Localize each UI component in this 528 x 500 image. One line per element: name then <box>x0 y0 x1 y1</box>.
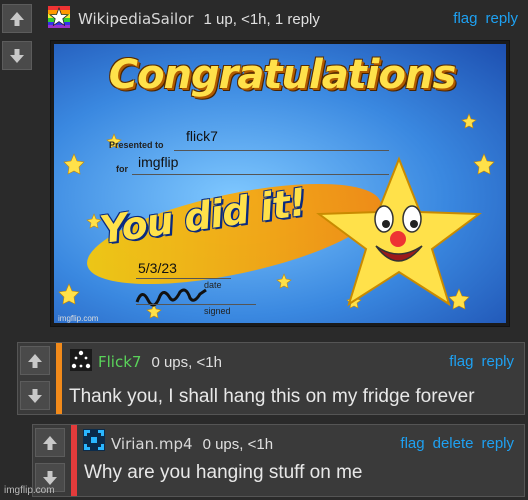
comment-header: WikipediaSailor 1 up, <1h, 1 reply <box>78 10 320 28</box>
reply-link[interactable]: reply <box>481 435 514 452</box>
arrow-up-icon <box>28 353 42 368</box>
flag-link[interactable]: flag <box>400 435 424 452</box>
reply-stripe <box>56 343 62 414</box>
reply-stripe <box>71 425 77 496</box>
smiling-star-mascot <box>316 156 482 307</box>
upvote-button[interactable] <box>35 428 65 457</box>
reply-link[interactable]: reply <box>481 353 514 370</box>
certificate-image: Congratulations Presented to flick7 for … <box>50 40 510 327</box>
dots-triangle-icon <box>71 350 91 369</box>
vote-column <box>0 0 38 336</box>
avatar[interactable] <box>70 349 92 371</box>
signed-line <box>136 304 256 305</box>
arrow-down-icon <box>28 388 42 403</box>
for-label: for <box>116 164 128 174</box>
upvote-button[interactable] <box>2 4 32 33</box>
reply-link[interactable]: reply <box>485 10 518 27</box>
comment-meta: 0 ups, <1h <box>202 436 274 453</box>
rainbow-star-icon <box>48 6 70 28</box>
arrow-down-icon <box>43 470 57 485</box>
username-link[interactable]: Flick7 <box>98 353 141 371</box>
delete-link[interactable]: delete <box>433 435 474 452</box>
presented-label: Presented to <box>109 140 164 150</box>
comment-header: Flick7 0 ups, <1h <box>98 353 222 371</box>
arrow-up-icon <box>43 435 57 450</box>
certificate-title: Congratulations <box>108 52 457 98</box>
certificate-background: Congratulations Presented to flick7 for … <box>54 44 506 323</box>
pixel-square-icon <box>83 429 105 451</box>
date-value: 5/3/23 <box>138 260 177 276</box>
avatar[interactable] <box>83 429 105 451</box>
image-watermark: imgflip.com <box>58 314 99 323</box>
avatar[interactable] <box>48 6 70 28</box>
comment-actions: flag delete reply <box>392 435 514 452</box>
comment-header: Virian.mp4 0 ups, <1h <box>111 435 273 453</box>
username-link[interactable]: Virian.mp4 <box>111 435 193 453</box>
presented-value: flick7 <box>186 128 218 144</box>
comment-actions: flag reply <box>445 10 518 27</box>
flag-link[interactable]: flag <box>449 353 473 370</box>
comment-meta: 0 ups, <1h <box>151 354 222 371</box>
date-line <box>136 278 231 279</box>
for-value: imgflip <box>138 154 179 170</box>
arrow-down-icon <box>10 48 24 63</box>
comment-2: Flick7 0 ups, <1h flag reply Thank you, I … <box>17 342 525 415</box>
signed-label: signed <box>204 306 231 316</box>
vote-column <box>18 343 56 414</box>
comment-text: Thank you, I shall hang this on my fridg… <box>69 386 475 407</box>
page-watermark: imgflip.com <box>4 485 55 496</box>
comment-3: Virian.mp4 0 ups, <1h flag delete reply Why… <box>32 424 525 497</box>
comment-meta: 1 up, <1h, 1 reply <box>203 11 320 28</box>
presented-line <box>174 150 389 151</box>
comment-actions: flag reply <box>441 353 514 370</box>
downvote-button[interactable] <box>20 381 50 410</box>
flag-link[interactable]: flag <box>453 10 477 27</box>
username-link[interactable]: WikipediaSailor <box>78 10 194 28</box>
comment-text: Why are you hanging stuff on me <box>84 462 363 483</box>
downvote-button[interactable] <box>2 41 32 70</box>
arrow-up-icon <box>10 11 24 26</box>
upvote-button[interactable] <box>20 346 50 375</box>
comment-1: WikipediaSailor 1 up, <1h, 1 reply flag re… <box>0 0 528 336</box>
